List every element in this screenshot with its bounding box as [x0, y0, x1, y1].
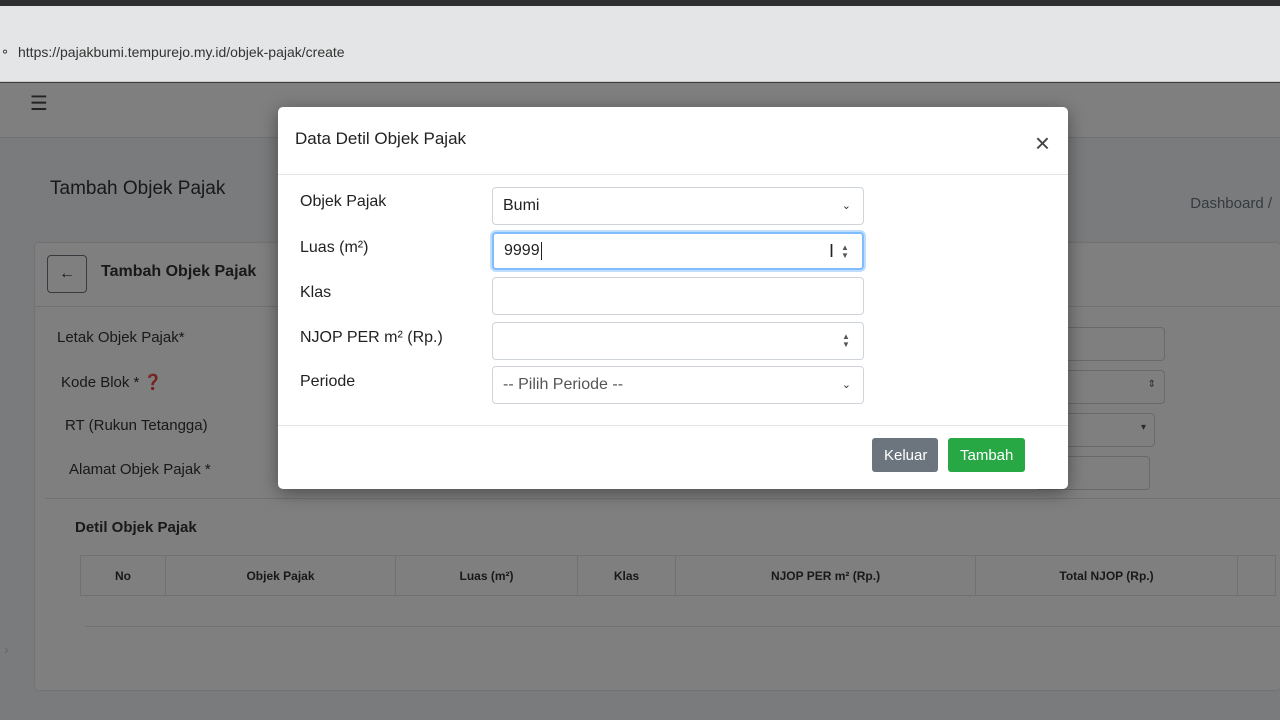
chevron-down-icon: ⌄	[841, 200, 851, 212]
detail-modal: Data Detil Objek Pajak × Objek Pajak Bum…	[278, 107, 1068, 489]
url-text[interactable]: https://pajakbumi.tempurejo.my.id/objek-…	[18, 44, 345, 60]
modal-title: Data Detil Objek Pajak	[295, 129, 467, 148]
text-caret	[540, 242, 542, 260]
site-info-icon[interactable]: ⚬	[0, 45, 10, 59]
klas-input[interactable]	[492, 277, 864, 315]
address-bar[interactable]: ⚬ https://pajakbumi.tempurejo.my.id/obje…	[0, 44, 345, 60]
objek-pajak-label: Objek Pajak	[300, 193, 387, 210]
number-spinner-icon[interactable]: ▲ ▼	[840, 243, 850, 261]
luas-input[interactable]: 9999 I ▲ ▼	[492, 232, 864, 270]
ibeam-cursor-icon: I	[828, 241, 834, 261]
periode-label: Periode	[300, 373, 356, 390]
modal-header: Data Detil Objek Pajak ×	[278, 107, 1068, 175]
tambah-button[interactable]: Tambah	[948, 438, 1025, 472]
njop-label: NJOP PER m² (Rp.)	[300, 329, 443, 346]
klas-label: Klas	[300, 284, 332, 301]
njop-input[interactable]: ▲ ▼	[492, 322, 864, 360]
number-spinner-icon[interactable]: ▲ ▼	[841, 332, 851, 350]
chevron-down-icon: ⌄	[841, 379, 851, 391]
objek-pajak-select[interactable]: Bumi ⌄	[492, 187, 864, 225]
luas-label: Luas (m²)	[300, 239, 369, 256]
periode-placeholder: -- Pilih Periode --	[503, 376, 624, 393]
luas-value: 9999	[504, 242, 540, 259]
modal-footer: Keluar Tambah	[278, 425, 1068, 489]
close-icon[interactable]: ×	[1035, 130, 1050, 156]
browser-tab-strip	[0, 0, 1280, 6]
keluar-button[interactable]: Keluar	[872, 438, 938, 472]
objek-pajak-value: Bumi	[503, 197, 540, 214]
periode-select[interactable]: -- Pilih Periode -- ⌄	[492, 366, 864, 404]
browser-toolbar: ⚬ https://pajakbumi.tempurejo.my.id/obje…	[0, 0, 1280, 82]
